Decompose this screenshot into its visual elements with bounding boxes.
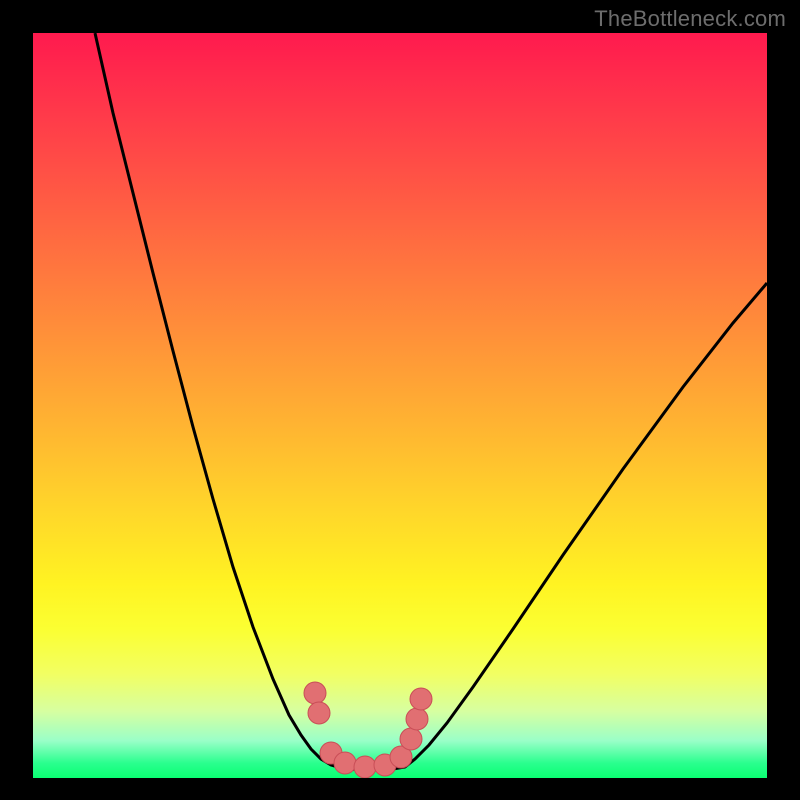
data-marker [334, 752, 356, 774]
v-curve [95, 33, 767, 770]
data-marker [410, 688, 432, 710]
watermark-text: TheBottleneck.com [594, 6, 786, 32]
chart-frame [33, 33, 767, 778]
data-marker [406, 708, 428, 730]
data-marker [354, 756, 376, 778]
data-marker [304, 682, 326, 704]
data-markers [304, 682, 432, 778]
data-marker [308, 702, 330, 724]
data-marker [400, 728, 422, 750]
bottleneck-curve-plot [33, 33, 767, 778]
